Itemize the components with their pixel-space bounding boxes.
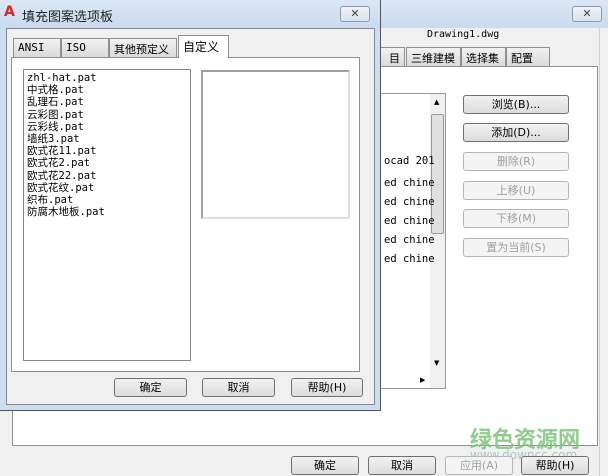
remove-button[interactable]: 删除(R) xyxy=(463,152,569,171)
pattern-item[interactable]: 墙纸3.pat xyxy=(27,133,187,145)
help-button[interactable]: 帮助(H) xyxy=(521,456,589,475)
tab-other-predefined[interactable]: 其他预定义 xyxy=(109,38,177,57)
pattern-item[interactable]: 乱理石.pat xyxy=(27,96,187,108)
pattern-item[interactable]: 云彩线.pat xyxy=(27,121,187,133)
pattern-item[interactable]: 云彩图.pat xyxy=(27,109,187,121)
pattern-item[interactable]: 欧式花2.pat xyxy=(27,157,187,169)
scroll-right-icon[interactable]: ▶ xyxy=(420,376,425,384)
pattern-list[interactable]: zhl-hat.pat 中式格.pat 乱理石.pat 云彩图.pat 云彩线.… xyxy=(23,69,191,361)
drawing-name: Drawing1.dwg xyxy=(427,29,500,40)
back-tab-3d-modeling[interactable]: 三维建模 xyxy=(406,47,461,66)
set-current-button[interactable]: 置为当前(S) xyxy=(463,238,569,257)
back-close-button[interactable]: ✕ xyxy=(572,6,602,22)
pattern-item[interactable]: zhl-hat.pat xyxy=(27,72,187,84)
front-help-button[interactable]: 帮助(H) xyxy=(291,378,363,397)
tab-ansi[interactable]: ANSI xyxy=(13,38,61,57)
front-title: 填充图案选项板 xyxy=(22,10,114,25)
back-list-row[interactable]: ed chine xyxy=(384,234,435,246)
cancel-button[interactable]: 取消 xyxy=(368,456,436,475)
scroll-down-icon[interactable]: ▼ xyxy=(434,359,439,367)
add-button[interactable]: 添加(D)... xyxy=(463,123,569,142)
pattern-item[interactable]: 中式格.pat xyxy=(27,84,187,96)
pattern-item[interactable]: 欧式花纹.pat xyxy=(27,182,187,194)
front-cancel-button[interactable]: 取消 xyxy=(202,378,275,397)
tab-iso[interactable]: ISO xyxy=(61,38,109,57)
pattern-item[interactable]: 防腐木地板.pat xyxy=(27,206,187,218)
back-list-row[interactable]: ed chine xyxy=(384,196,435,208)
front-ok-button[interactable]: 确定 xyxy=(114,378,187,397)
pattern-item[interactable]: 欧式花11.pat xyxy=(27,145,187,157)
back-list-row[interactable]: ed chine xyxy=(384,253,435,265)
hatch-palette-dialog: A 填充图案选项板 ✕ ANSI ISO 其他预定义 自定义 zhl-hat.p… xyxy=(0,0,381,411)
back-tab-selection[interactable]: 选择集 xyxy=(461,47,506,66)
move-down-button[interactable]: 下移(M) xyxy=(463,209,569,228)
ok-button[interactable]: 确定 xyxy=(291,456,359,475)
pattern-item[interactable]: 织布.pat xyxy=(27,194,187,206)
autocad-logo-icon: A xyxy=(4,4,15,20)
pattern-preview xyxy=(201,70,350,219)
browse-button[interactable]: 浏览(B)... xyxy=(463,95,569,114)
back-tab-profile[interactable]: 配置 xyxy=(506,47,550,66)
back-list-row[interactable]: ed chine xyxy=(384,215,435,227)
tab-custom[interactable]: 自定义 xyxy=(178,35,229,58)
move-up-button[interactable]: 上移(U) xyxy=(463,181,569,200)
apply-button[interactable]: 应用(A) xyxy=(445,456,513,475)
scroll-up-icon[interactable]: ▲ xyxy=(434,98,439,106)
back-list-row[interactable]: ed chine xyxy=(384,177,435,189)
back-list-row[interactable]: ocad 201 xyxy=(384,155,435,167)
pattern-item[interactable]: 欧式花22.pat xyxy=(27,170,187,182)
front-close-button[interactable]: ✕ xyxy=(340,6,370,22)
